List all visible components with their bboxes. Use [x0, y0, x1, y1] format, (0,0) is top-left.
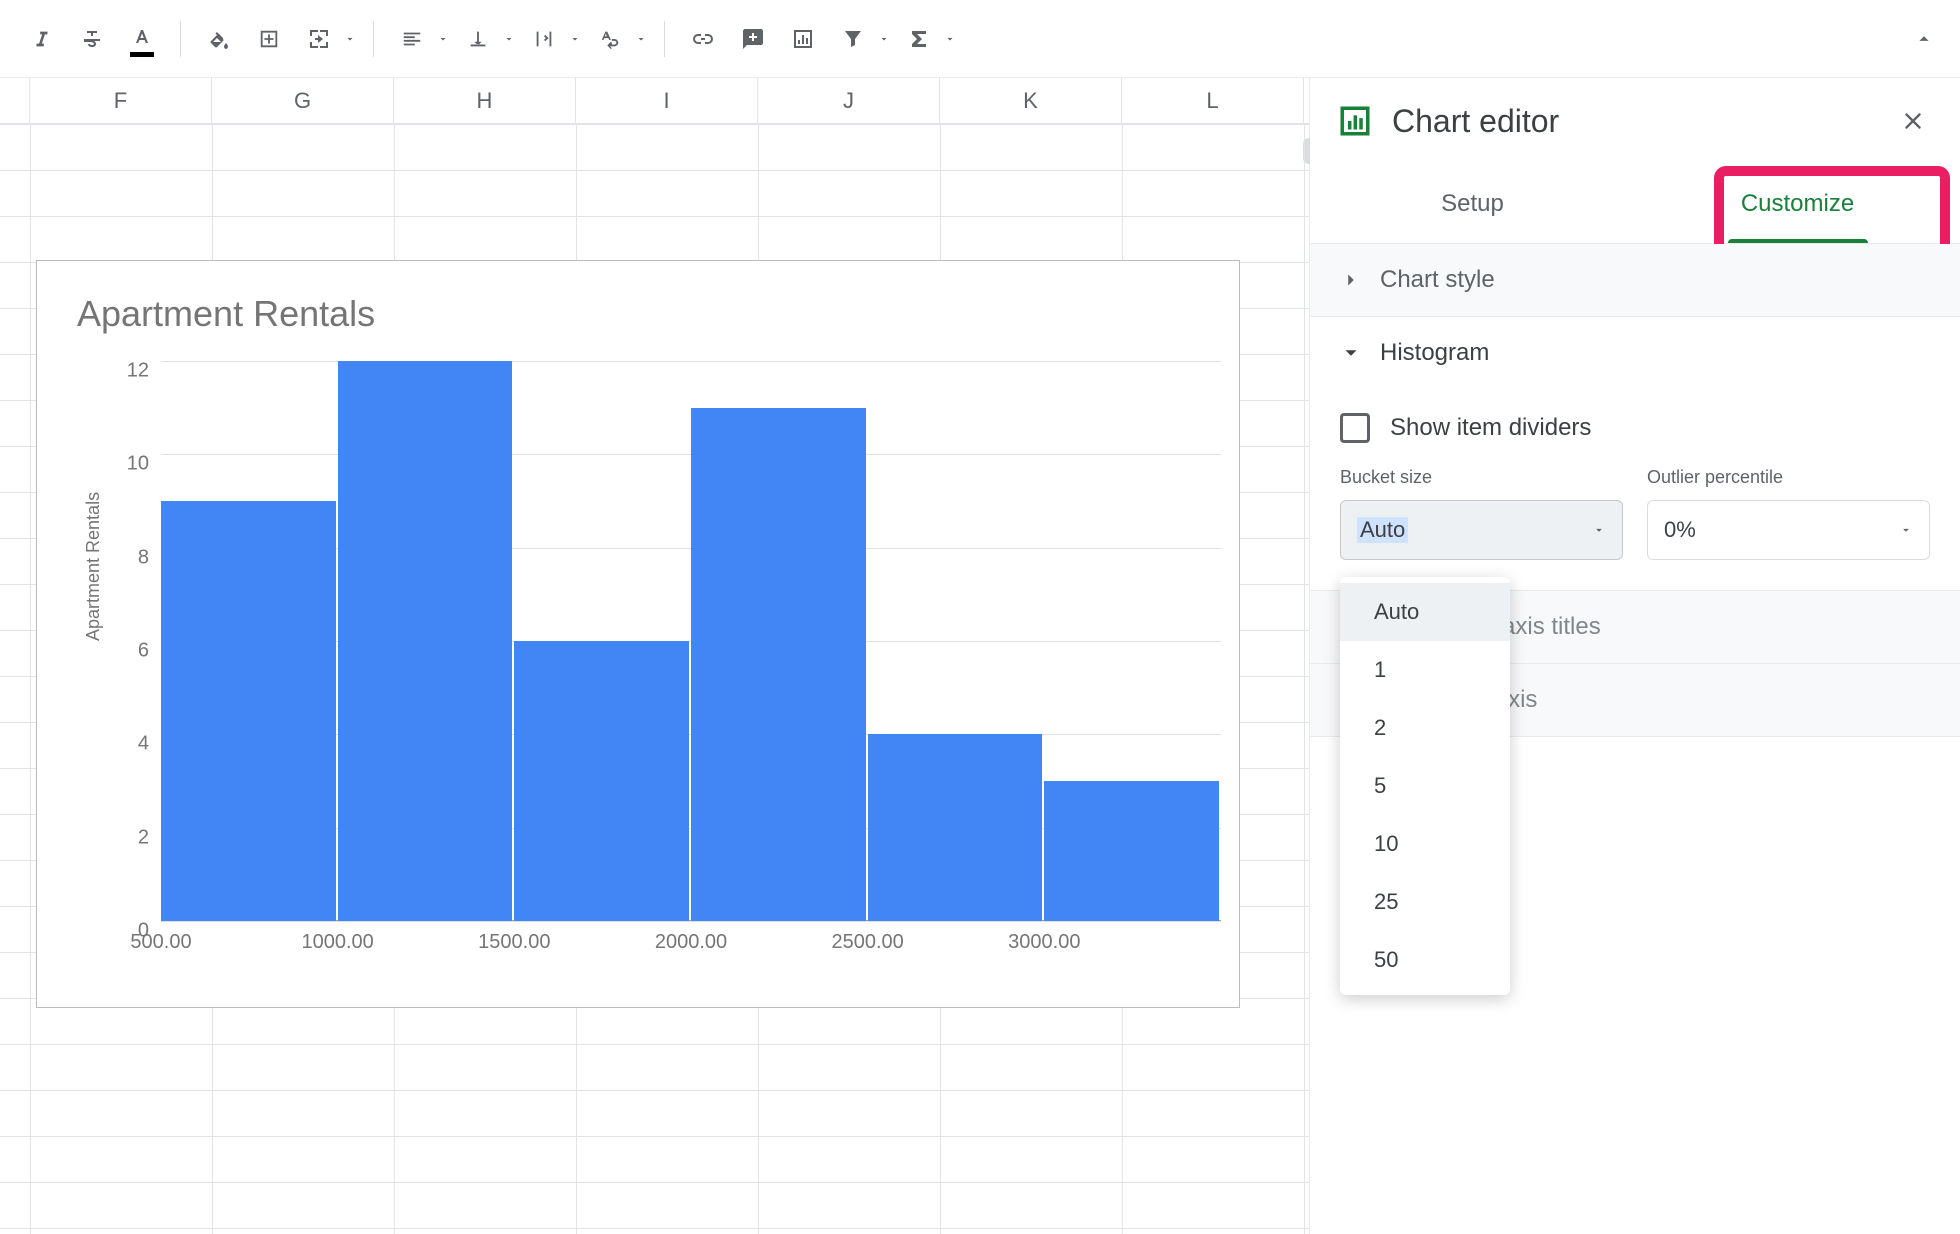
- column-headers: F G H I J K L: [0, 78, 1309, 124]
- section-histogram[interactable]: Histogram: [1310, 317, 1960, 389]
- column-header[interactable]: L: [1122, 78, 1304, 123]
- select-value: Auto: [1357, 517, 1408, 543]
- y-axis-tick: 12: [127, 360, 149, 383]
- y-axis-tick: 6: [138, 640, 149, 663]
- text-wrap-button[interactable]: [522, 17, 566, 61]
- dropdown-option[interactable]: 10: [1340, 815, 1510, 873]
- x-axis-tick: 3000.00: [1008, 931, 1080, 954]
- show-item-dividers-row[interactable]: Show item dividers: [1340, 399, 1930, 467]
- dropdown-option[interactable]: 1: [1340, 641, 1510, 699]
- italic-button[interactable]: [20, 17, 64, 61]
- close-button[interactable]: [1894, 102, 1932, 140]
- text-color-swatch: [130, 52, 154, 57]
- text-rotation-dropdown[interactable]: [634, 33, 648, 45]
- fill-color-button[interactable]: [197, 17, 241, 61]
- y-axis-tick: 4: [138, 733, 149, 756]
- dropdown-option[interactable]: 25: [1340, 873, 1510, 931]
- chart-title: Apartment Rentals: [77, 293, 375, 335]
- histogram-bar: [1044, 781, 1219, 921]
- tab-setup[interactable]: Setup: [1310, 164, 1635, 243]
- h-align-dropdown[interactable]: [436, 33, 450, 45]
- h-align-button[interactable]: [390, 17, 434, 61]
- bucket-size-dropdown: Auto 1 2 5 10 25 50: [1340, 577, 1510, 995]
- caret-down-icon: [1899, 523, 1913, 537]
- merge-cells-button[interactable]: [297, 17, 341, 61]
- chart-editor-panel: Chart editor Setup Customize Chart style…: [1310, 78, 1960, 1234]
- checkbox[interactable]: [1340, 413, 1370, 443]
- histogram-bar: [514, 641, 689, 921]
- caret-down-icon: [1592, 523, 1606, 537]
- text-wrap-dropdown[interactable]: [568, 33, 582, 45]
- histogram-bar: [161, 501, 336, 921]
- filter-button[interactable]: [831, 17, 875, 61]
- v-align-button[interactable]: [456, 17, 500, 61]
- outlier-percentile-label: Outlier percentile: [1647, 467, 1930, 488]
- bucket-size-select[interactable]: Auto: [1340, 500, 1623, 560]
- x-axis-tick: 1500.00: [478, 931, 550, 954]
- functions-button[interactable]: [897, 17, 941, 61]
- toolbar-separator: [373, 21, 374, 57]
- embedded-chart[interactable]: Apartment Rentals Apartment Rentals 0246…: [36, 260, 1240, 1008]
- section-label: Histogram: [1380, 339, 1489, 367]
- insert-link-button[interactable]: [681, 17, 725, 61]
- dropdown-option[interactable]: 2: [1340, 699, 1510, 757]
- functions-dropdown[interactable]: [943, 33, 957, 45]
- x-axis-tick: 1000.00: [302, 931, 374, 954]
- histogram-bar: [691, 408, 866, 921]
- y-axis-tick: 10: [127, 453, 149, 476]
- text-rotation-button[interactable]: [588, 17, 632, 61]
- chart-plot-area: 024681012500.001000.001500.002000.002500…: [161, 361, 1221, 921]
- borders-button[interactable]: [247, 17, 291, 61]
- bucket-size-label: Bucket size: [1340, 467, 1623, 488]
- text-color-button[interactable]: [120, 17, 164, 61]
- panel-title: Chart editor: [1392, 103, 1874, 140]
- section-chart-style[interactable]: Chart style: [1310, 244, 1960, 316]
- x-axis-tick: 2000.00: [655, 931, 727, 954]
- column-header[interactable]: F: [30, 78, 212, 123]
- panel-tabs: Setup Customize: [1310, 164, 1960, 244]
- chevron-right-icon: [1340, 269, 1362, 291]
- cell-grid[interactable]: Apartment Rentals Apartment Rentals 0246…: [0, 124, 1309, 1234]
- toolbar-separator: [664, 21, 665, 57]
- formatting-toolbar: [0, 0, 1960, 78]
- toolbar-collapse-button[interactable]: [1902, 17, 1946, 61]
- dropdown-option[interactable]: Auto: [1340, 583, 1510, 641]
- column-header[interactable]: I: [576, 78, 758, 123]
- y-axis-label: Apartment Rentals: [83, 492, 104, 641]
- dropdown-option[interactable]: 5: [1340, 757, 1510, 815]
- x-axis-tick: 500.00: [130, 931, 191, 954]
- merge-cells-dropdown[interactable]: [343, 33, 357, 45]
- insert-chart-button[interactable]: [781, 17, 825, 61]
- v-align-dropdown[interactable]: [502, 33, 516, 45]
- column-header[interactable]: H: [394, 78, 576, 123]
- insert-comment-button[interactable]: [731, 17, 775, 61]
- histogram-bar: [338, 361, 513, 921]
- tab-customize[interactable]: Customize: [1635, 164, 1960, 243]
- column-header[interactable]: J: [758, 78, 940, 123]
- dropdown-option[interactable]: 50: [1340, 931, 1510, 989]
- toolbar-separator: [180, 21, 181, 57]
- column-header[interactable]: G: [212, 78, 394, 123]
- filter-dropdown[interactable]: [877, 33, 891, 45]
- x-axis-tick: 2500.00: [832, 931, 904, 954]
- outlier-percentile-select[interactable]: 0%: [1647, 500, 1930, 560]
- select-value: 0%: [1664, 517, 1696, 543]
- checkbox-label: Show item dividers: [1390, 414, 1591, 442]
- histogram-bar: [868, 734, 1043, 921]
- column-header[interactable]: K: [940, 78, 1122, 123]
- strikethrough-button[interactable]: [70, 17, 114, 61]
- spreadsheet-area[interactable]: F G H I J K L Apartment Rentals Apartmen…: [0, 78, 1310, 1234]
- y-axis-tick: 8: [138, 546, 149, 569]
- chevron-down-icon: [1340, 342, 1362, 364]
- section-label: Chart style: [1380, 266, 1495, 294]
- chart-editor-icon: [1338, 104, 1372, 138]
- y-axis-tick: 2: [138, 826, 149, 849]
